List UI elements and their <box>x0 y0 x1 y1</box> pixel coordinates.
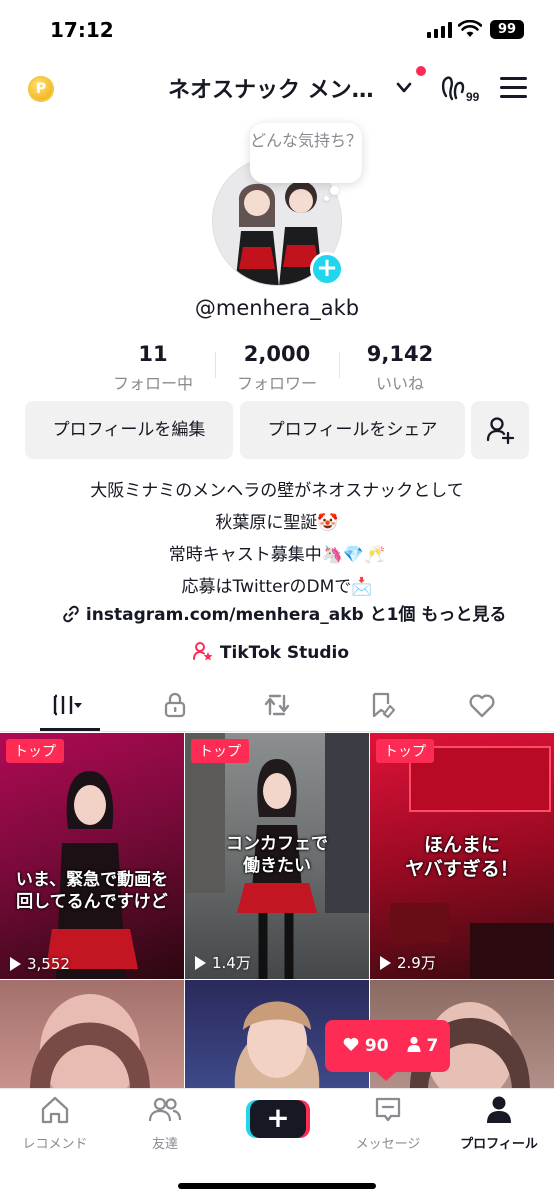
home-icon <box>41 1096 69 1124</box>
home-indicator <box>178 1183 376 1189</box>
message-icon <box>375 1097 401 1122</box>
view-count: 1.4万 <box>195 952 251 973</box>
video-thumbnail <box>30 994 150 1090</box>
heart-icon <box>343 1037 359 1051</box>
likes-count: 90 <box>364 1036 389 1056</box>
view-count: 2.9万 <box>380 952 436 973</box>
edit-profile-button[interactable]: プロフィールを編集 <box>25 401 233 459</box>
tiktok-studio-link[interactable]: TikTok Studio <box>192 640 372 668</box>
create-button[interactable]: + <box>250 1100 306 1138</box>
studio-icon <box>193 642 213 661</box>
link-more-count[interactable]: と1個 <box>370 605 416 625</box>
view-count: 3,552 <box>10 955 70 973</box>
activity-popup[interactable]: 90 7 <box>325 1020 450 1072</box>
link-url[interactable]: instagram.com/menhera_akb <box>86 605 364 625</box>
top-badge: トップ <box>191 739 249 763</box>
bubble-dot <box>330 186 339 195</box>
video-caption: いま、緊急で動画を 回してるんですけど <box>15 870 169 912</box>
bio-line: 秋葉原に聖誕🤡 <box>215 513 339 533</box>
video-caption: コンカフェで 働きたい <box>226 834 328 876</box>
nav-friends[interactable]: 友達 <box>110 1095 220 1152</box>
video-tile[interactable]: トップ いま、緊急で動画を 回してるんですけど 3,552 <box>0 733 184 979</box>
see-more-link[interactable]: もっと見る <box>421 605 506 625</box>
add-user-icon <box>486 417 515 445</box>
video-tile[interactable]: トップ コンカフェで 働きたい 1.4万 <box>185 733 369 979</box>
battery-indicator: 99 <box>490 20 524 39</box>
notification-dot <box>416 66 426 76</box>
video-tile[interactable] <box>0 980 184 1090</box>
video-thumbnail <box>46 771 138 979</box>
chevron-down-icon[interactable] <box>394 80 414 96</box>
mood-bubble[interactable]: どんな気持ち？ <box>250 123 362 183</box>
link-icon <box>63 605 79 623</box>
bio-line: 常時キャスト募集中🦄💎🥂 <box>168 545 386 565</box>
menu-icon[interactable] <box>500 77 527 99</box>
coin-icon[interactable]: P <box>28 76 54 102</box>
status-time: 17:12 <box>50 18 114 42</box>
favorites-icon[interactable] <box>368 690 398 720</box>
followers-count: 7 <box>426 1036 439 1056</box>
repost-icon[interactable] <box>262 690 292 720</box>
add-avatar-icon[interactable]: + <box>310 252 344 286</box>
nav-profile[interactable]: プロフィール <box>444 1095 554 1152</box>
videos-grid-icon[interactable] <box>52 690 82 720</box>
person-icon <box>407 1036 421 1052</box>
bio-link[interactable]: instagram.com/menhera_akb と1個 もっと見る <box>62 600 506 626</box>
bio-line: 応募はTwitterのDMで📩 <box>181 577 373 597</box>
bubble-dot <box>324 196 329 201</box>
profile-icon <box>487 1096 511 1123</box>
add-friend-button[interactable] <box>471 401 529 459</box>
stat-likes[interactable]: 9,142 いいね <box>325 342 475 394</box>
lock-icon[interactable] <box>160 690 190 720</box>
svg-text:99: 99 <box>466 90 480 104</box>
nav-recommend[interactable]: レコメンド <box>0 1095 110 1152</box>
friends-icon <box>148 1097 182 1122</box>
liked-heart-icon[interactable] <box>467 690 497 720</box>
popup-tip <box>376 1072 396 1081</box>
video-tile[interactable]: トップ ほんまに ヤバすぎる！ 2.9万 <box>370 733 554 979</box>
nav-messages[interactable]: メッセージ <box>333 1095 443 1152</box>
username: @menhera_akb <box>194 296 360 320</box>
profile-screen: 17:12 99 P ネオスナック メン… 99 どんな気持ち？ + @menh… <box>0 0 554 1200</box>
top-badge: トップ <box>6 739 64 763</box>
share-profile-button[interactable]: プロフィールをシェア <box>240 401 465 459</box>
bio-line: 大阪ミナミのメンヘラの壁がネオスナックとして <box>90 481 464 501</box>
top-badge: トップ <box>376 739 434 763</box>
divider <box>0 731 554 732</box>
footprint-icon[interactable]: 99 <box>440 74 482 104</box>
wifi-icon <box>458 20 482 37</box>
account-switcher[interactable]: ネオスナック メン… <box>168 72 388 104</box>
video-caption: ほんまに ヤバすぎる！ <box>405 834 519 880</box>
studio-label[interactable]: TikTok Studio <box>220 643 349 663</box>
signal-icon <box>427 22 453 38</box>
